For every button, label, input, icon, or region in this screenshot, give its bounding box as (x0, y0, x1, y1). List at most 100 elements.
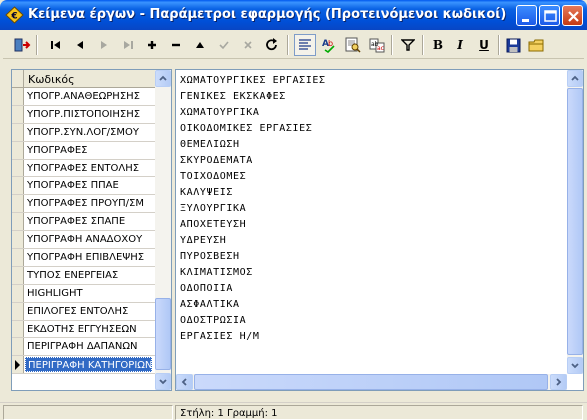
editor-line[interactable]: ΚΑΛΥΨΕΙΣ (180, 185, 326, 201)
row-indicator[interactable] (12, 195, 24, 213)
grid-row[interactable]: ΤΥΠΟΣ ΕΝΕΡΓΕΙΑΣ (12, 266, 155, 285)
grid-cell-code[interactable]: ΥΠΟΓΡΑΦΕΣ ΠΠΑΕ (27, 180, 154, 191)
grid-cell-code[interactable]: ΥΠΟΓΡΑΦΗ ΕΠΙΒΛΕΨΗΣ (27, 252, 154, 263)
find-button[interactable] (342, 34, 364, 56)
insert-record-button[interactable] (141, 34, 163, 56)
editor-scroll-left-button[interactable] (176, 374, 193, 390)
grid-cell-code[interactable]: ΥΠΟΓΡ.ΑΝΑΘΕΩΡΗΣΗΣ (27, 91, 154, 102)
replace-button[interactable]: ab ac (366, 34, 388, 56)
editor-line[interactable]: ΘΕΜΕΛΙΩΣΗ (180, 137, 326, 153)
prior-record-button[interactable] (69, 34, 91, 56)
editor-scroll-up-button[interactable] (567, 70, 583, 87)
editor-scroll-right-button[interactable] (550, 374, 567, 390)
editor-line[interactable]: ΟΔΟΣΤΡΩΣΙΑ (180, 313, 326, 329)
grid-row[interactable]: ΥΠΟΓΡΑΦΕΣ ΣΠΑΠΕ (12, 213, 155, 232)
grid-cell-code[interactable]: ΥΠΟΓΡΑΦΗ ΑΝΑΔΟΧΟΥ (27, 234, 154, 245)
row-indicator[interactable] (12, 284, 24, 302)
editor-line[interactable]: ΓΕΝΙΚΕΣ ΕΚΣΚΑΦΕΣ (180, 89, 326, 105)
row-indicator[interactable] (12, 177, 24, 195)
row-indicator[interactable] (12, 123, 24, 141)
grid-cell-code[interactable]: ΥΠΟΓΡΑΦΕΣ ΣΠΑΠΕ (27, 216, 154, 227)
row-indicator[interactable] (12, 249, 24, 266)
exit-button[interactable] (11, 34, 33, 56)
first-record-button[interactable] (45, 34, 67, 56)
grid-cell-code[interactable]: ΥΠΟΓΡΑΦΕΣ (27, 145, 154, 156)
italic-button[interactable]: I (449, 34, 471, 56)
editor-line[interactable]: ΥΔΡΕΥΣΗ (180, 233, 326, 249)
row-indicator-arrow-icon[interactable] (12, 356, 24, 374)
grid-row[interactable]: ΥΠΟΓΡΑΦΕΣ ΕΝΤΟΛΗΣ (12, 159, 155, 178)
editor-scroll-thumb[interactable] (567, 88, 583, 355)
column-header-code[interactable]: Κωδικός (28, 73, 75, 86)
editor-line[interactable]: ΟΔΟΠΟΙΙΑ (180, 281, 326, 297)
row-indicator[interactable] (12, 159, 24, 177)
editor-line[interactable]: ΠΥΡΟΣΒΕΣΗ (180, 249, 326, 265)
grid-row[interactable]: ΥΠΟΓΡ.ΣΥΝ.ΛΟΓ/ΣΜΟΥ (12, 123, 155, 142)
grid-row[interactable]: ΥΠΟΓΡΑΦΕΣ (12, 141, 155, 160)
save-button[interactable] (502, 34, 524, 56)
editor-line[interactable]: ΕΡΓΑΣΙΕΣ Η/Μ (180, 329, 326, 345)
grid-row[interactable]: ΠΕΡΙΓΡΑΦΗ ΚΑΤΗΓΟΡΙΩΝ (12, 356, 155, 375)
row-indicator[interactable] (12, 88, 24, 105)
row-indicator[interactable] (12, 141, 24, 159)
grid-row[interactable]: ΥΠΟΓΡΑΦΗ ΕΠΙΒΛΕΨΗΣ (12, 249, 155, 267)
grid-row[interactable]: ΥΠΟΓΡ.ΑΝΑΘΕΩΡΗΣΗΣ (12, 88, 155, 106)
minimize-button[interactable] (516, 5, 537, 26)
grid-row[interactable]: ΥΠΟΓΡΑΦΗ ΑΝΑΔΟΧΟΥ (12, 231, 155, 250)
row-indicator[interactable] (12, 213, 24, 231)
editor-line[interactable]: ΤΟΙΧΟΔΟΜΕΣ (180, 169, 326, 185)
grid-row[interactable]: ΥΠΟΓΡΑΦΕΣ ΠΠΑΕ (12, 177, 155, 196)
delete-record-button[interactable] (165, 34, 187, 56)
editor-vertical-scrollbar[interactable] (567, 70, 583, 374)
editor-line[interactable]: ΣΚΥΡΟΔΕΜΑΤΑ (180, 153, 326, 169)
maximize-button[interactable] (539, 5, 560, 26)
next-record-button[interactable] (93, 34, 115, 56)
editor-line[interactable]: ΚΛΙΜΑΤΙΣΜΟΣ (180, 265, 326, 281)
row-indicator[interactable] (12, 231, 24, 249)
text-editor[interactable]: ΧΩΜΑΤΟΥΡΓΙΚΕΣ ΕΡΓΑΣΙΕΣ ΓΕΝΙΚΕΣ ΕΚΣΚΑΦΕΣ ΧΩ… (175, 69, 584, 391)
grid-scroll-down-button[interactable] (155, 373, 171, 390)
grid-cell-code[interactable]: ΥΠΟΓΡ.ΠΙΣΤΟΠΟΙΗΣΗΣ (27, 109, 154, 120)
editor-line[interactable]: ΑΣΦΑΛΤΙΚΑ (180, 297, 326, 313)
grid-cell-code[interactable]: HIGHLIGHT (27, 288, 154, 299)
editor-line[interactable]: ΧΩΜΑΤΟΥΡΓΙΚΑ (180, 105, 326, 121)
close-button[interactable] (562, 5, 583, 26)
grid-vertical-scrollbar[interactable] (155, 70, 171, 390)
editor-line[interactable]: ΞΥΛΟΥΡΓΙΚΑ (180, 201, 326, 217)
grid-cell-code[interactable]: ΥΠΟΓΡΑΦΕΣ ΕΝΤΟΛΗΣ (27, 163, 154, 174)
editor-line[interactable]: ΟΙΚΟΔΟΜΙΚΕΣ ΕΡΓΑΣΙΕΣ (180, 121, 326, 137)
editor-scroll-down-button[interactable] (567, 357, 583, 374)
grid-cell-code[interactable]: ΥΠΟΓΡΑΦΕΣ ΠΡΟΥΠ/ΣΜ (27, 198, 154, 209)
underline-button[interactable]: U (473, 34, 495, 56)
codes-grid[interactable]: Κωδικός ΥΠΟΓΡ.ΑΝΑΘΕΩΡΗΣΗΣ ΥΠΟΓΡ.ΠΙΣΤΟΠΟΙΗ… (11, 69, 172, 391)
editor-hscroll-thumb[interactable] (194, 374, 548, 390)
filter-button[interactable] (397, 34, 419, 56)
editor-line[interactable]: ΑΠΟΧΕΤΕΥΣΗ (180, 217, 326, 233)
post-record-button[interactable] (213, 34, 235, 56)
grid-row[interactable]: ΕΠΙΛΟΓΕΣ ΕΝΤΟΛΗΣ (12, 302, 155, 321)
grid-row[interactable]: ΠΕΡΙΓΡΑΦΗ ΔΑΠΑΝΩΝ (12, 338, 155, 357)
bold-button[interactable]: B (427, 34, 449, 56)
open-button[interactable] (525, 34, 547, 56)
refresh-button[interactable] (261, 34, 283, 56)
row-indicator[interactable] (12, 302, 24, 320)
row-indicator[interactable] (12, 320, 24, 338)
row-indicator[interactable] (12, 105, 24, 123)
grid-row[interactable]: ΕΚΔΟΤΗΣ ΕΓΓΥΗΣΕΩΝ (12, 320, 155, 339)
editor-line[interactable]: ΧΩΜΑΤΟΥΡΓΙΚΕΣ ΕΡΓΑΣΙΕΣ (180, 73, 326, 89)
grid-cell-code[interactable]: ΕΚΔΟΤΗΣ ΕΓΓΥΗΣΕΩΝ (27, 324, 154, 335)
grid-cell-code[interactable]: ΕΠΙΛΟΓΕΣ ΕΝΤΟΛΗΣ (27, 306, 154, 317)
row-indicator[interactable] (12, 266, 24, 284)
grid-row[interactable]: ΥΠΟΓΡΑΦΕΣ ΠΡΟΥΠ/ΣΜ (12, 195, 155, 214)
grid-row[interactable]: HIGHLIGHT (12, 284, 155, 303)
editor-horizontal-scrollbar[interactable] (176, 374, 567, 390)
spell-check-button[interactable]: Ab (318, 34, 340, 56)
edit-record-button[interactable] (189, 34, 211, 56)
row-indicator[interactable] (12, 338, 24, 356)
text-align-button[interactable] (294, 34, 316, 56)
grid-cell-code[interactable]: ΤΥΠΟΣ ΕΝΕΡΓΕΙΑΣ (27, 270, 154, 281)
grid-cell-code[interactable]: ΠΕΡΙΓΡΑΦΗ ΚΑΤΗΓΟΡΙΩΝ (25, 357, 152, 373)
editor-text[interactable]: ΧΩΜΑΤΟΥΡΓΙΚΕΣ ΕΡΓΑΣΙΕΣ ΓΕΝΙΚΕΣ ΕΚΣΚΑΦΕΣ ΧΩ… (180, 73, 326, 345)
grid-scroll-up-button[interactable] (155, 70, 171, 87)
grid-row[interactable]: ΥΠΟΓΡ.ΠΙΣΤΟΠΟΙΗΣΗΣ (12, 105, 155, 124)
